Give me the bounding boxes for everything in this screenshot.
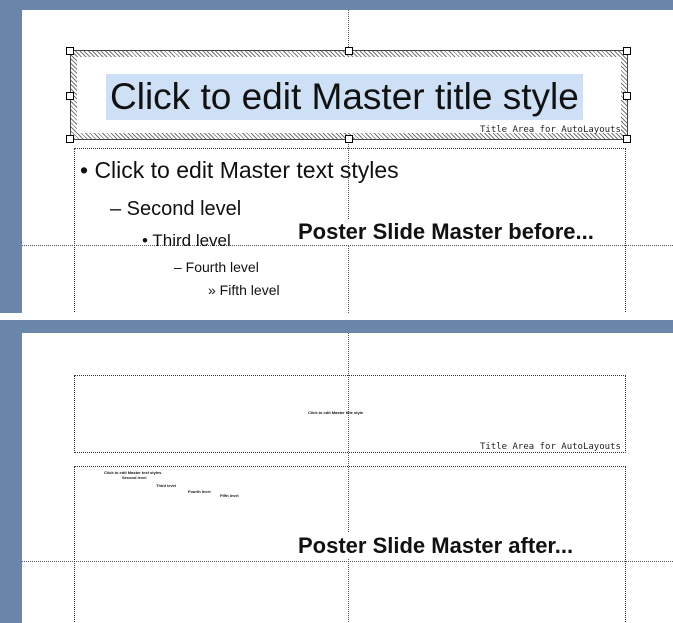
- title-area-label: Title Area for AutoLayouts: [480, 442, 621, 452]
- body-level-4[interactable]: – Fourth level: [174, 259, 259, 275]
- slide-canvas-before[interactable]: Click to edit Master title style Title A…: [22, 10, 673, 313]
- resize-handle-middle-left[interactable]: [66, 92, 74, 100]
- body-level-5[interactable]: » Fifth level: [208, 282, 280, 298]
- window-frame-top: [0, 0, 673, 10]
- resize-handle-bottom-right[interactable]: [623, 135, 631, 143]
- slide-canvas-after[interactable]: Click to edit Master title style Title A…: [22, 332, 673, 623]
- body-level-3[interactable]: Third level: [156, 483, 176, 488]
- body-level-2[interactable]: Second level: [122, 475, 146, 480]
- resize-handle-middle-right[interactable]: [623, 92, 631, 100]
- master-title-placeholder-text[interactable]: Click to edit Master title style: [106, 74, 583, 120]
- resize-handle-top-right[interactable]: [623, 47, 631, 55]
- resize-handle-top-center[interactable]: [345, 47, 353, 55]
- window-frame-left: [0, 320, 22, 623]
- body-level-5[interactable]: Fifth level: [220, 493, 239, 498]
- caption-before: Poster Slide Master before...: [298, 219, 594, 245]
- window-frame-left: [0, 0, 22, 313]
- resize-handle-top-left[interactable]: [66, 47, 74, 55]
- master-title-placeholder-text[interactable]: Click to edit Master title style: [308, 410, 363, 415]
- body-level-4[interactable]: Fourth level: [188, 489, 211, 494]
- body-level-2[interactable]: – Second level: [110, 198, 241, 221]
- caption-after: Poster Slide Master after...: [298, 533, 574, 559]
- body-level-3[interactable]: • Third level: [142, 231, 231, 251]
- panel-divider: [0, 313, 673, 320]
- slide-master-after-panel: Click to edit Master title style Title A…: [0, 320, 673, 623]
- resize-handle-bottom-left[interactable]: [66, 135, 74, 143]
- window-frame-top: [0, 320, 673, 332]
- resize-handle-bottom-center[interactable]: [345, 135, 353, 143]
- slide-master-before-panel: Click to edit Master title style Title A…: [0, 0, 673, 313]
- title-area-label: Title Area for AutoLayouts: [480, 125, 621, 135]
- body-level-1[interactable]: • Click to edit Master text styles: [80, 157, 399, 184]
